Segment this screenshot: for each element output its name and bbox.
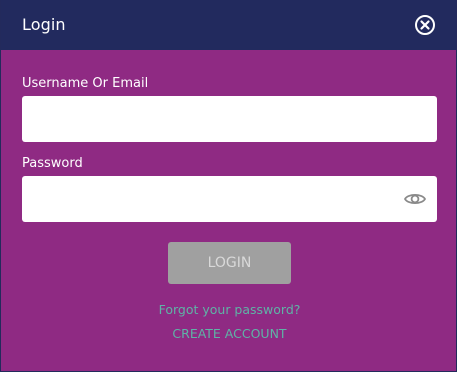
modal-header: Login <box>1 0 456 50</box>
modal-title: Login <box>22 15 66 34</box>
username-input[interactable] <box>22 96 437 142</box>
login-button[interactable]: LOGIN <box>168 242 291 284</box>
forgot-password-link[interactable]: Forgot your password? <box>1 302 457 317</box>
username-label: Username Or Email <box>22 76 149 91</box>
login-modal: Login Username Or Email Password LOGIN F… <box>0 0 457 372</box>
create-account-link[interactable]: CREATE ACCOUNT <box>1 326 457 341</box>
close-circle-icon <box>415 15 435 35</box>
password-input[interactable] <box>22 176 437 222</box>
close-button[interactable] <box>414 14 436 36</box>
show-password-toggle[interactable] <box>403 190 427 208</box>
password-label: Password <box>22 156 83 171</box>
eye-icon <box>403 193 427 205</box>
